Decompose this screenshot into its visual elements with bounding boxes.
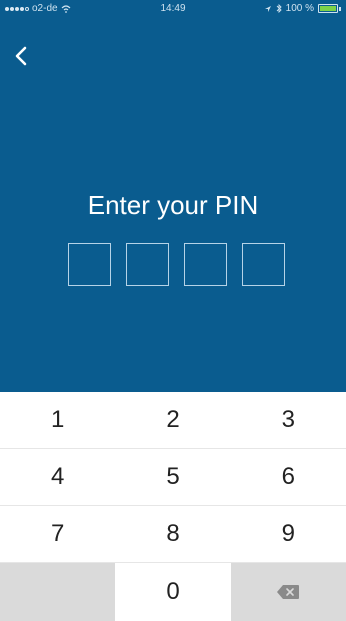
keypad-row: 0	[0, 563, 346, 621]
delete-button[interactable]	[230, 563, 346, 621]
pin-header: o2-de 14:49 100 % Enter your PIN	[0, 0, 346, 392]
page-title: Enter your PIN	[87, 190, 259, 220]
battery-percent: 100 %	[285, 3, 314, 14]
pin-digit-box	[184, 243, 227, 286]
key-2[interactable]: 2	[115, 392, 231, 448]
keypad-row: 7 8 9	[0, 506, 346, 563]
backspace-icon	[277, 585, 300, 599]
status-bar: o2-de 14:49 100 %	[0, 0, 346, 18]
key-3[interactable]: 3	[230, 392, 346, 448]
key-9[interactable]: 9	[230, 506, 346, 562]
key-6[interactable]: 6	[230, 449, 346, 505]
bluetooth-icon	[276, 4, 282, 13]
pin-digit-box	[242, 243, 285, 286]
key-5[interactable]: 5	[115, 449, 231, 505]
pin-digit-box	[126, 243, 169, 286]
key-8[interactable]: 8	[115, 506, 231, 562]
key-7[interactable]: 7	[0, 506, 116, 562]
numeric-keypad: 1 2 3 4 5 6 7 8 9 0	[0, 392, 346, 621]
keypad-row: 1 2 3	[0, 392, 346, 449]
key-0[interactable]: 0	[115, 563, 231, 621]
chevron-left-icon	[15, 46, 27, 66]
status-right: 100 %	[264, 3, 341, 14]
battery-icon	[318, 4, 338, 13]
keypad-row: 4 5 6	[0, 449, 346, 506]
key-4[interactable]: 4	[0, 449, 116, 505]
empty-key	[0, 563, 116, 621]
back-button[interactable]	[12, 44, 32, 68]
pin-digit-box	[68, 243, 111, 286]
pin-boxes	[68, 243, 285, 286]
key-1[interactable]: 1	[0, 392, 116, 448]
location-icon	[264, 5, 271, 12]
